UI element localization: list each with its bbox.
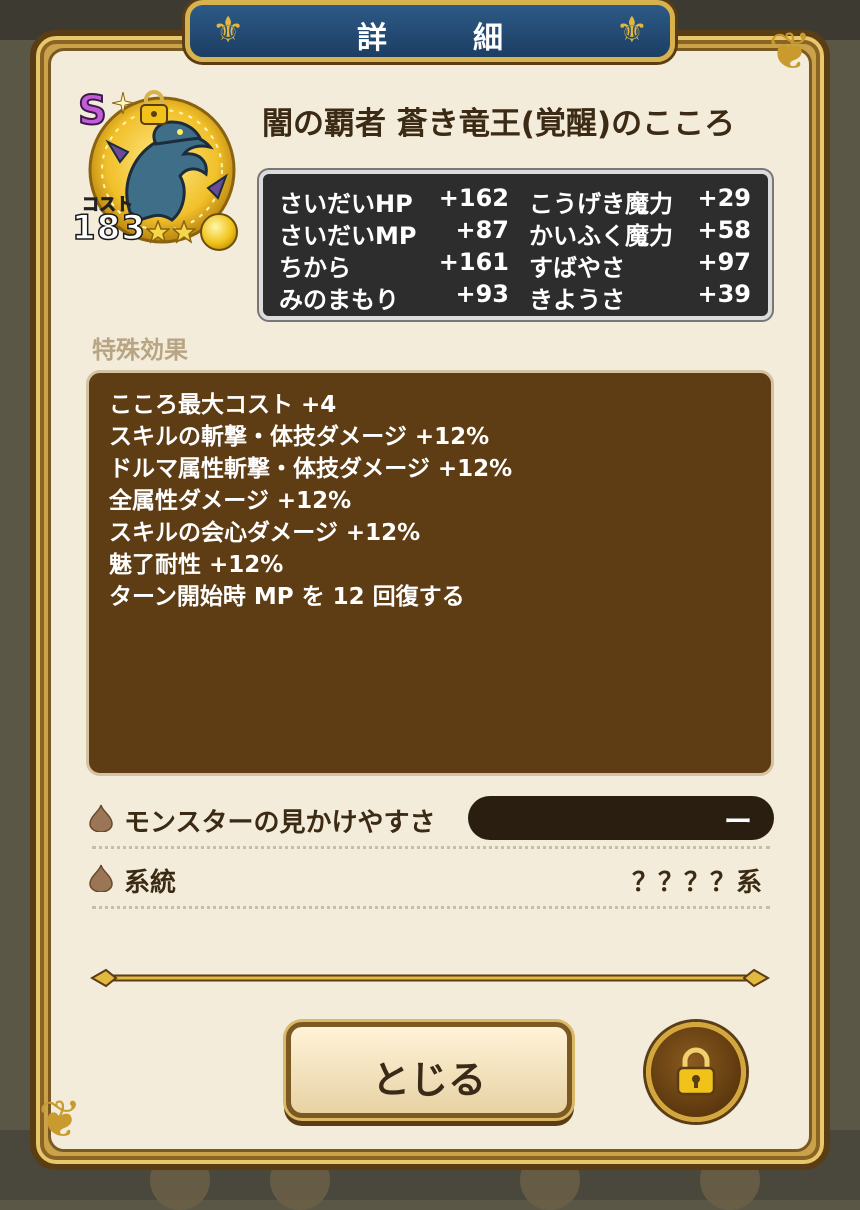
special-effects-label: 特殊効果 xyxy=(92,336,188,364)
stat-name: みのまもり xyxy=(279,286,399,314)
fleur-de-lis-icon: ⚜ xyxy=(615,10,648,51)
effect-line: スキルの斬撃・体技ダメージ +12% xyxy=(109,424,490,450)
stat-row: こうげき魔力 +29 xyxy=(529,184,751,218)
stat-name: かいふく魔力 xyxy=(529,222,673,250)
onion-bullet-icon xyxy=(89,804,113,832)
gold-orb-icon xyxy=(200,213,238,251)
visibility-label: モンスターの見かけやすさ xyxy=(124,808,436,838)
lock-icon xyxy=(140,90,168,125)
close-button[interactable]: とじる xyxy=(286,1022,572,1118)
dialog-title: 詳 細 xyxy=(357,21,531,56)
stat-value: +58 xyxy=(697,216,751,244)
stat-name: きようさ xyxy=(529,286,625,314)
onion-bullet-icon xyxy=(89,864,113,892)
rank-badge: S xyxy=(77,87,108,135)
lineage-value: ？？？？系 xyxy=(631,868,762,898)
stat-value: +29 xyxy=(697,184,751,212)
dotted-divider xyxy=(92,846,770,849)
effect-line: ターン開始時 MP を 12 回復する xyxy=(109,584,465,610)
stat-row: かいふく魔力 +58 xyxy=(529,216,751,250)
dotted-divider xyxy=(92,906,770,909)
effect-line: こころ最大コスト +4 xyxy=(109,392,337,418)
sparkle-icon xyxy=(112,92,134,114)
ornamental-divider xyxy=(90,968,770,988)
effect-line: 魅了耐性 +12% xyxy=(109,552,284,578)
effect-line: スキルの会心ダメージ +12% xyxy=(109,520,421,546)
stat-value: +162 xyxy=(438,184,509,212)
stat-value: +97 xyxy=(697,248,751,276)
corner-ornament-icon: ❦ xyxy=(38,1090,82,1150)
padlock-icon xyxy=(676,1047,716,1096)
heart-name: 闇の覇者 蒼き竜王(覚醒)のこころ xyxy=(262,106,736,142)
cost-value: 183 xyxy=(71,207,146,249)
star-icon xyxy=(172,220,196,244)
stat-row: きようさ +39 xyxy=(529,280,751,314)
star-icon xyxy=(146,220,170,244)
stat-value: +161 xyxy=(438,248,509,276)
stat-row: すばやさ +97 xyxy=(529,248,751,282)
stat-row: さいだいHP +162 xyxy=(279,184,509,218)
lineage-label: 系統 xyxy=(124,868,177,898)
stat-value: +87 xyxy=(455,216,509,244)
visibility-bar: ー xyxy=(468,796,774,840)
stat-name: ちから xyxy=(279,254,351,282)
stat-value: +93 xyxy=(455,280,509,308)
visibility-value: ー xyxy=(723,805,752,838)
stat-row: みのまもり +93 xyxy=(279,280,509,314)
stats-box: さいだいHP +162 こうげき魔力 +29 さいだいMP +87 かいふく魔力… xyxy=(259,170,772,320)
special-effects-box[interactable]: こころ最大コスト +4 スキルの斬撃・体技ダメージ +12% ドルマ属性斬撃・体… xyxy=(86,370,774,776)
stat-row: さいだいMP +87 xyxy=(279,216,509,250)
close-button-label: とじる xyxy=(371,1058,486,1102)
stat-name: すばやさ xyxy=(529,254,625,282)
stat-name: こうげき魔力 xyxy=(529,190,673,218)
stat-row: ちから +161 xyxy=(279,248,509,282)
effect-line: 全属性ダメージ +12% xyxy=(109,488,352,514)
effect-line: ドルマ属性斬撃・体技ダメージ +12% xyxy=(109,456,513,482)
dialog-title-plate: ⚜ 詳 細 ⚜ xyxy=(185,0,675,62)
stat-name: さいだいHP xyxy=(279,190,413,218)
stat-name: さいだいMP xyxy=(279,222,417,250)
stat-value: +39 xyxy=(697,280,751,308)
corner-ornament-icon: ❦ xyxy=(768,22,812,82)
lock-toggle-button[interactable] xyxy=(646,1022,746,1122)
